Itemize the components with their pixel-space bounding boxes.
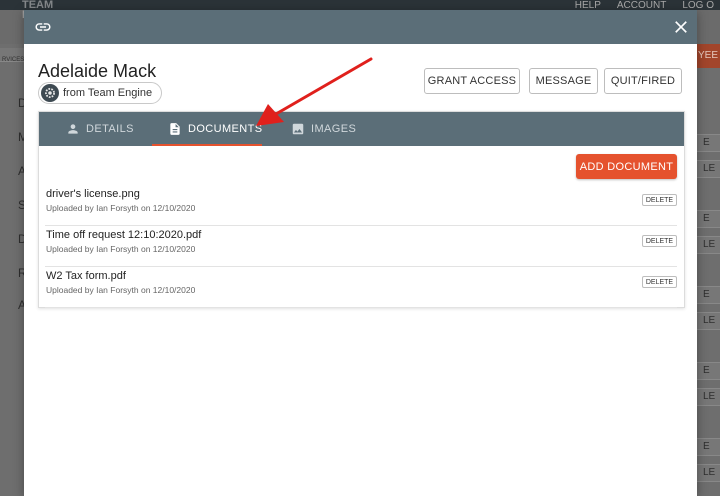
link-icon[interactable] <box>34 18 52 36</box>
delete-document-button[interactable]: DELETE <box>642 235 677 247</box>
add-document-button[interactable]: ADD DOCUMENT <box>576 154 677 179</box>
tab-images[interactable]: IMAGES <box>291 112 356 146</box>
background-row-button: LE <box>696 160 720 178</box>
document-row: Time off request 12:10:2020.pdf Uploaded… <box>45 226 677 267</box>
document-icon <box>170 123 180 135</box>
tab-bar: DETAILS DOCUMENTS IMAGES <box>39 112 684 146</box>
background-row-button: E <box>696 286 720 304</box>
message-button[interactable]: MESSAGE <box>529 68 598 94</box>
source-label: from Team Engine <box>63 87 153 99</box>
employee-modal: Adelaide Mack from Team Engine GRANT ACC… <box>24 10 697 496</box>
background-row-button: E <box>696 438 720 456</box>
document-name[interactable]: Time off request 12:10:2020.pdf <box>46 229 201 241</box>
background-row-button: LE <box>696 464 720 482</box>
tab-details[interactable]: DETAILS <box>66 112 134 146</box>
background-row-button: LE <box>696 236 720 254</box>
document-meta: Uploaded by Ian Forsyth on 12/10/2020 <box>46 285 196 295</box>
tab-images-label: IMAGES <box>311 123 357 135</box>
image-icon <box>292 123 304 135</box>
tab-details-label: DETAILS <box>86 123 134 135</box>
document-name[interactable]: W2 Tax form.pdf <box>46 270 126 282</box>
background-row-button: LE <box>696 388 720 406</box>
background-sidebar-sub: RVICES <box>0 48 25 63</box>
close-icon[interactable] <box>671 17 691 37</box>
person-icon <box>68 124 78 134</box>
team-engine-logo-icon <box>41 84 59 102</box>
source-chip: from Team Engine <box>38 82 163 104</box>
tab-documents[interactable]: DOCUMENTS <box>168 112 263 146</box>
delete-document-button[interactable]: DELETE <box>642 276 677 288</box>
background-row-button: LE <box>696 312 720 330</box>
document-meta: Uploaded by Ian Forsyth on 12/10/2020 <box>46 244 196 254</box>
delete-document-button[interactable]: DELETE <box>642 194 677 206</box>
document-meta: Uploaded by Ian Forsyth on 12/10/2020 <box>46 203 196 213</box>
active-tab-indicator <box>152 144 262 146</box>
grant-access-button[interactable]: GRANT ACCESS <box>424 68 520 94</box>
modal-header <box>24 10 697 44</box>
background-right-column <box>696 44 720 496</box>
tab-documents-label: DOCUMENTS <box>188 123 263 135</box>
background-sidebar-sub-label: RVICES <box>2 57 25 63</box>
document-row: W2 Tax form.pdf Uploaded by Ian Forsyth … <box>45 267 677 308</box>
document-row: driver's license.png Uploaded by Ian For… <box>45 185 677 226</box>
quit-fired-button[interactable]: QUIT/FIRED <box>604 68 682 94</box>
background-row-button: E <box>696 210 720 228</box>
background-row-button: E <box>696 134 720 152</box>
document-name[interactable]: driver's license.png <box>46 188 140 200</box>
employee-name: Adelaide Mack <box>38 61 157 81</box>
background-add-employee-button: YEE <box>696 44 720 68</box>
tab-panel: DETAILS DOCUMENTS IMAGES ADD DOCUMENT dr… <box>38 111 685 308</box>
background-row-button: E <box>696 362 720 380</box>
